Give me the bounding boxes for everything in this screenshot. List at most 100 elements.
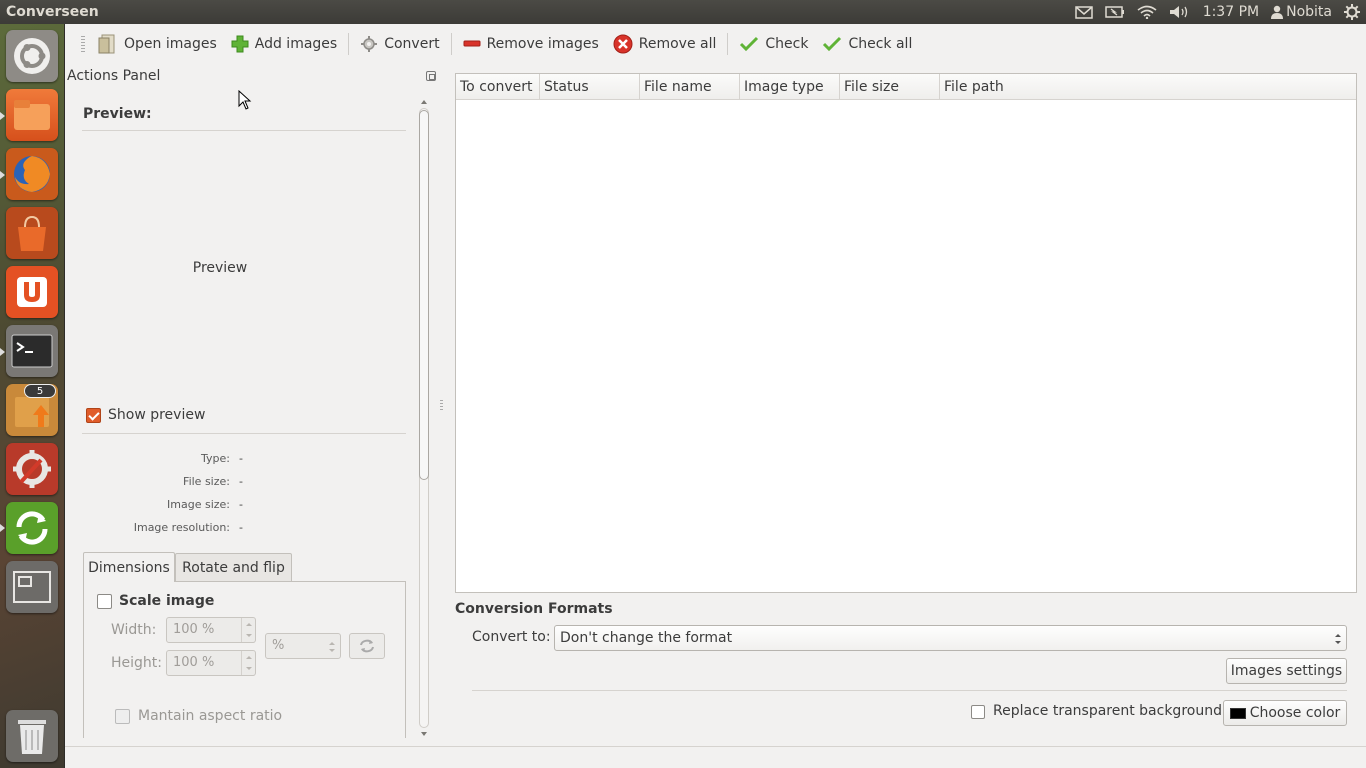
running-indicator xyxy=(0,112,5,120)
dimensions-tab-panel: Scale image Width: 100 % Height: 100 % %… xyxy=(83,581,406,738)
info-file-size-label: File size: xyxy=(183,475,230,488)
app-title: Converseen xyxy=(6,4,99,20)
info-image-size-value: - xyxy=(239,498,243,511)
user-menu[interactable]: Nobita xyxy=(1265,0,1338,24)
gear-icon[interactable] xyxy=(1338,0,1366,24)
actions-panel: Preview: Preview Show preview Type: - Fi… xyxy=(82,98,408,738)
volume-icon[interactable] xyxy=(1163,0,1197,24)
conversion-formats-heading: Conversion Formats xyxy=(455,601,613,617)
tab-rotate-and-flip[interactable]: Rotate and flip xyxy=(175,553,292,582)
toolbar-grip[interactable] xyxy=(81,36,85,52)
remove-images-button[interactable]: Remove images xyxy=(456,29,606,59)
status-bar xyxy=(65,746,1366,768)
spin-arrows[interactable] xyxy=(241,651,255,675)
table-header: To convert Status File name Image type F… xyxy=(456,74,1356,100)
plus-icon xyxy=(231,35,249,53)
column-image-type[interactable]: Image type xyxy=(740,74,840,100)
toolbar-separator xyxy=(348,33,350,55)
add-images-button[interactable]: Add images xyxy=(224,29,344,59)
tab-dimensions[interactable]: Dimensions xyxy=(83,552,175,582)
files-icon[interactable] xyxy=(6,89,58,141)
maintain-aspect-checkbox[interactable] xyxy=(115,709,130,724)
height-spinbox[interactable]: 100 % xyxy=(166,650,256,676)
images-settings-button[interactable]: Images settings xyxy=(1226,658,1347,684)
check-all-button[interactable]: Check all xyxy=(815,29,919,59)
converseen-icon[interactable] xyxy=(6,502,58,554)
swap-dimensions-button[interactable] xyxy=(349,633,385,659)
open-images-icon xyxy=(98,34,115,54)
info-type-label: Type: xyxy=(201,452,230,465)
refresh-icon xyxy=(360,639,374,653)
show-preview-label: Show preview xyxy=(108,407,206,423)
undock-panel-button[interactable] xyxy=(426,71,436,81)
remove-all-button[interactable]: Remove all xyxy=(606,29,724,59)
ubuntu-one-icon[interactable] xyxy=(6,266,58,318)
divider xyxy=(82,433,406,434)
indicator-area: 1:37 PM Nobita xyxy=(1069,0,1366,24)
scrollbar-thumb[interactable] xyxy=(419,110,429,480)
actions-panel-scrollbar[interactable] xyxy=(418,98,430,738)
chevron-updown-icon xyxy=(1334,632,1342,646)
column-file-size[interactable]: File size xyxy=(840,74,940,100)
replace-transparent-label: Replace transparent background xyxy=(993,703,1222,719)
actions-panel-title: Actions Panel xyxy=(67,68,161,84)
spin-arrows[interactable] xyxy=(241,618,255,642)
toolbar-separator xyxy=(727,33,729,55)
scroll-down-arrow[interactable] xyxy=(421,732,427,736)
firefox-icon[interactable] xyxy=(6,148,58,200)
scroll-up-arrow[interactable] xyxy=(421,100,427,104)
minus-icon xyxy=(463,40,481,47)
column-file-path[interactable]: File path xyxy=(940,74,1356,100)
column-to-convert[interactable]: To convert xyxy=(456,74,540,100)
software-center-icon[interactable] xyxy=(6,207,58,259)
mouse-pointer-icon xyxy=(238,90,252,110)
running-indicator xyxy=(0,348,5,356)
files-table[interactable]: To convert Status File name Image type F… xyxy=(455,73,1357,593)
top-panel: Converseen 1:37 PM Nobita xyxy=(0,0,1366,24)
ubuntu-dash-icon[interactable] xyxy=(6,30,58,82)
width-spinbox[interactable]: 100 % xyxy=(166,617,256,643)
preview-heading: Preview: xyxy=(83,106,152,122)
info-image-size-label: Image size: xyxy=(167,498,230,511)
splitter-handle[interactable] xyxy=(440,400,443,412)
launcher: 5 xyxy=(0,24,65,768)
wifi-icon[interactable] xyxy=(1131,0,1163,24)
updates-count-badge: 5 xyxy=(24,384,56,398)
scale-image-checkbox[interactable] xyxy=(97,594,112,609)
open-images-button[interactable]: Open images xyxy=(91,29,224,59)
mail-icon[interactable] xyxy=(1069,0,1099,24)
info-resolution-value: - xyxy=(239,521,243,534)
replace-transparent-checkbox[interactable] xyxy=(971,705,985,719)
terminal-icon[interactable] xyxy=(6,325,58,377)
battery-icon[interactable] xyxy=(1099,0,1131,24)
running-indicator xyxy=(0,524,5,532)
divider xyxy=(82,130,406,131)
user-name: Nobita xyxy=(1286,4,1332,20)
checkmark-icon xyxy=(823,36,842,52)
workspace-switcher-icon[interactable] xyxy=(6,561,58,613)
preview-area: Preview xyxy=(192,260,248,276)
checkmark-icon xyxy=(740,36,759,52)
scale-image-label: Scale image xyxy=(119,593,215,609)
running-indicator xyxy=(0,171,5,179)
toolbar-separator xyxy=(450,33,452,55)
column-status[interactable]: Status xyxy=(540,74,640,100)
info-type-value: - xyxy=(239,452,243,465)
choose-color-button[interactable]: Choose color xyxy=(1223,700,1347,726)
divider xyxy=(472,690,1347,691)
close-circle-icon xyxy=(613,34,633,54)
height-label: Height: xyxy=(111,655,162,671)
system-settings-icon[interactable] xyxy=(6,443,58,495)
maintain-aspect-label: Mantain aspect ratio xyxy=(138,708,283,724)
unit-combo[interactable]: % xyxy=(265,633,341,659)
column-file-name[interactable]: File name xyxy=(640,74,740,100)
main-toolbar: Open images Add images Convert Remove im… xyxy=(65,24,1366,64)
check-button[interactable]: Check xyxy=(732,29,815,59)
show-preview-checkbox[interactable] xyxy=(86,408,101,423)
chevron-updown-icon xyxy=(328,640,336,654)
info-resolution-label: Image resolution: xyxy=(133,521,230,534)
clock[interactable]: 1:37 PM xyxy=(1197,0,1265,24)
format-select[interactable]: Don't change the format xyxy=(554,625,1347,651)
convert-button[interactable]: Convert xyxy=(353,29,446,59)
trash-icon[interactable] xyxy=(6,710,58,762)
